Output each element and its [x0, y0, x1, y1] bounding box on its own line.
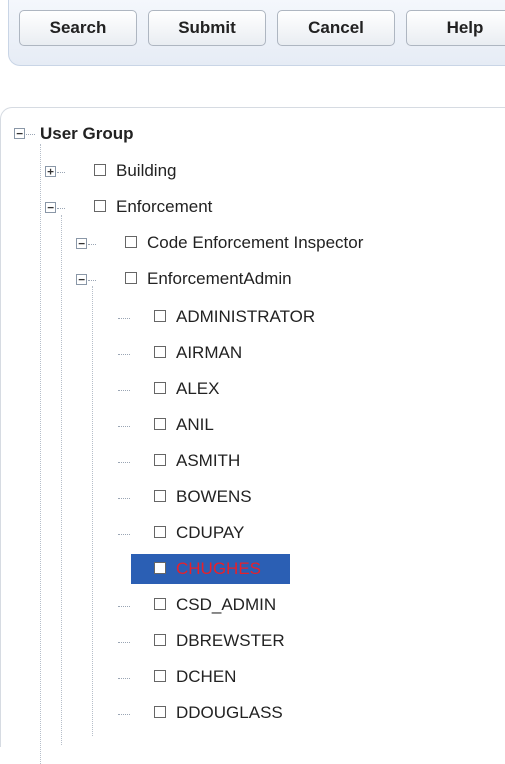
- tree-leaf-user[interactable]: DBREWSTER: [176, 631, 285, 651]
- tree-checkbox[interactable]: [154, 382, 166, 394]
- tree-line: [118, 318, 130, 319]
- tree-line: [118, 606, 130, 607]
- toolbar: Search Submit Cancel Help: [8, 0, 505, 66]
- submit-button[interactable]: Submit: [148, 10, 266, 46]
- tree-leaf-user-selected[interactable]: CHUGHES: [176, 559, 261, 579]
- tree-line: [118, 498, 130, 499]
- tree-node-enforcement[interactable]: Enforcement: [116, 197, 212, 217]
- tree-checkbox[interactable]: [125, 236, 137, 248]
- tree-root-label[interactable]: User Group: [40, 124, 134, 144]
- tree-line: [61, 215, 62, 745]
- tree-leaf-user[interactable]: ANIL: [176, 415, 214, 435]
- tree-checkbox[interactable]: [154, 526, 166, 538]
- tree-leaf-user[interactable]: DDOUGLASS: [176, 703, 283, 723]
- tree-line: [92, 286, 93, 736]
- search-button[interactable]: Search: [19, 10, 137, 46]
- tree-checkbox[interactable]: [154, 454, 166, 466]
- tree-node-building[interactable]: Building: [116, 161, 177, 181]
- tree-leaf-user[interactable]: ALEX: [176, 379, 219, 399]
- tree-checkbox[interactable]: [154, 346, 166, 358]
- tree-line: [118, 426, 130, 427]
- tree-line: [118, 534, 130, 535]
- tree-line: [118, 354, 130, 355]
- collapse-icon[interactable]: −: [76, 238, 87, 249]
- tree-checkbox[interactable]: [154, 490, 166, 502]
- tree-leaf-user[interactable]: AIRMAN: [176, 343, 242, 363]
- tree-checkbox[interactable]: [94, 200, 106, 212]
- tree-line: [88, 280, 96, 281]
- tree-panel: [0, 107, 505, 747]
- tree-line: [118, 678, 130, 679]
- collapse-icon[interactable]: −: [76, 274, 87, 285]
- cancel-button[interactable]: Cancel: [277, 10, 395, 46]
- tree-line: [57, 208, 65, 209]
- tree-line: [118, 390, 130, 391]
- help-button[interactable]: Help: [406, 10, 505, 46]
- tree-line: [88, 244, 96, 245]
- tree-line: [118, 462, 130, 463]
- tree-checkbox[interactable]: [154, 310, 166, 322]
- tree-line: [118, 714, 130, 715]
- tree-leaf-user[interactable]: ASMITH: [176, 451, 240, 471]
- tree-line: [57, 172, 65, 173]
- expand-icon[interactable]: +: [45, 166, 56, 177]
- tree-checkbox[interactable]: [125, 272, 137, 284]
- tree-checkbox[interactable]: [154, 598, 166, 610]
- tree-leaf-user[interactable]: BOWENS: [176, 487, 252, 507]
- tree-leaf-user[interactable]: CSD_ADMIN: [176, 595, 276, 615]
- tree-line: [26, 134, 35, 135]
- tree-checkbox[interactable]: [154, 670, 166, 682]
- collapse-icon[interactable]: −: [45, 202, 56, 213]
- tree-line: [40, 144, 41, 764]
- tree-checkbox[interactable]: [154, 706, 166, 718]
- tree-checkbox[interactable]: [154, 418, 166, 430]
- tree-node-enforcementadmin[interactable]: EnforcementAdmin: [147, 269, 292, 289]
- tree-checkbox[interactable]: [94, 164, 106, 176]
- tree-leaf-user[interactable]: CDUPAY: [176, 523, 244, 543]
- tree-node-code-enforcement-inspector[interactable]: Code Enforcement Inspector: [147, 233, 363, 253]
- tree-checkbox[interactable]: [154, 634, 166, 646]
- tree-checkbox[interactable]: [154, 562, 166, 574]
- collapse-icon[interactable]: −: [14, 128, 25, 139]
- tree-leaf-user[interactable]: DCHEN: [176, 667, 236, 687]
- tree-leaf-user[interactable]: ADMINISTRATOR: [176, 307, 315, 327]
- tree-line: [118, 642, 130, 643]
